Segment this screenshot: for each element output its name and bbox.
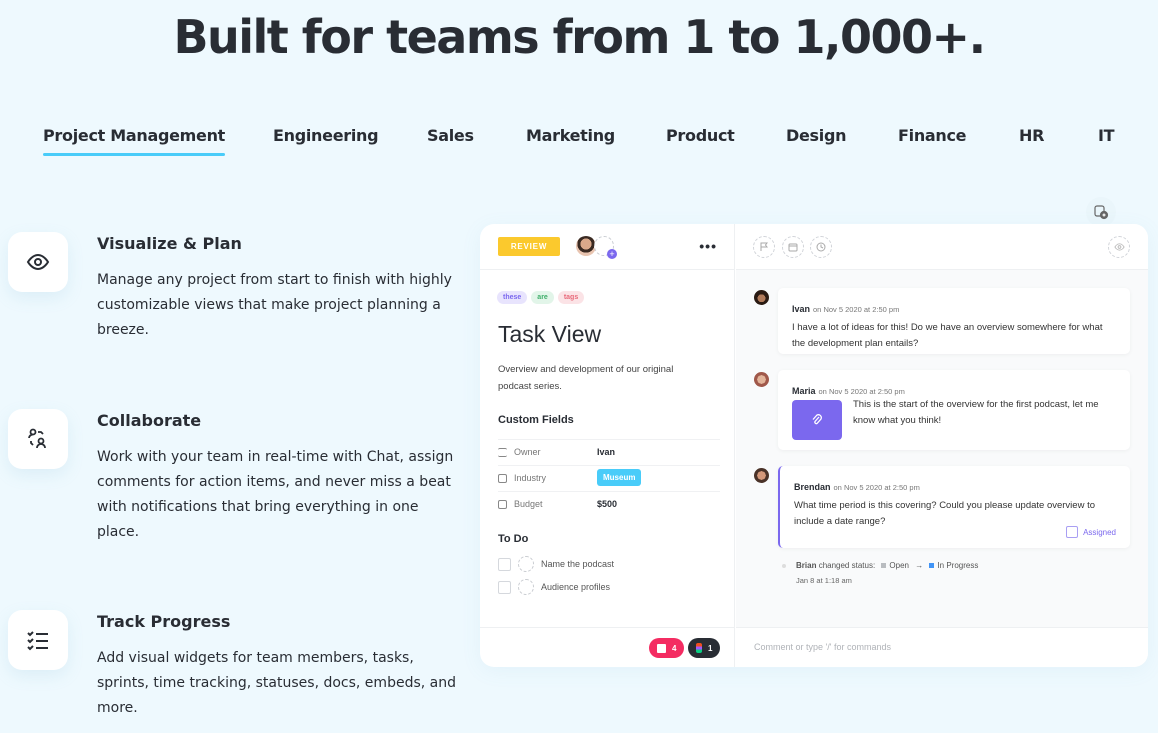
status-to: In Progress: [937, 561, 979, 570]
status-review-button[interactable]: REVIEW: [498, 237, 560, 256]
image-attachments-button[interactable]: 4: [649, 638, 685, 658]
ivan-avatar: [754, 290, 769, 305]
comment-time: on Nov 5 2020 at 2:50 pm: [833, 483, 920, 492]
plus-icon: +: [607, 249, 617, 259]
field-value: Ivan: [597, 447, 616, 457]
feature-description: Manage any project from start to finish …: [97, 272, 452, 338]
arrow-right-icon: →: [915, 561, 924, 570]
feature-title: Visualize & Plan: [97, 234, 242, 253]
tab-finance[interactable]: Finance: [898, 126, 967, 145]
comment-placeholder: Comment or type '/' for commands: [754, 642, 891, 652]
custom-fields-heading: Custom Fields: [498, 414, 574, 426]
tag[interactable]: these: [497, 291, 528, 304]
field-label: Owner: [514, 447, 541, 457]
feature-title: Collaborate: [97, 411, 202, 430]
comment-input[interactable]: Comment or type '/' for commands: [736, 627, 1148, 667]
todo-checkbox[interactable]: [498, 558, 511, 571]
assignee-avatar[interactable]: [576, 236, 596, 256]
watch-eye-icon[interactable]: [1108, 236, 1130, 258]
comment: Ivan on Nov 5 2020 at 2:50 pm I have a lo…: [778, 288, 1130, 354]
eye-icon: [8, 232, 68, 292]
tag[interactable]: tags: [557, 291, 585, 304]
add-view-button[interactable]: [1086, 197, 1116, 227]
field-label: Industry: [514, 473, 547, 483]
activity-header: [736, 224, 1148, 270]
tab-project-management[interactable]: Project Management: [43, 126, 225, 156]
dropdown-field-icon: [498, 474, 507, 483]
assigned-label: Assigned: [1083, 527, 1116, 537]
field-value: $500: [597, 499, 618, 509]
attachment-thumbnail[interactable]: [792, 400, 842, 440]
attachment-count: 4: [672, 643, 677, 653]
activity-pane: Ivan on Nov 5 2020 at 2:50 pm I have a lo…: [736, 224, 1148, 667]
custom-field-budget[interactable]: Budget $500: [498, 491, 720, 517]
feature-description: Add visual widgets for team members, tas…: [97, 650, 456, 716]
tag[interactable]: are: [531, 291, 554, 304]
status-user: Brian: [796, 561, 817, 570]
task-header: REVIEW + •••: [480, 224, 735, 270]
checklist-icon: [8, 610, 68, 670]
tag-list: these are tags: [497, 291, 585, 304]
more-options-icon[interactable]: •••: [699, 238, 717, 254]
attachments-bar: 4 1: [480, 627, 735, 667]
tab-product[interactable]: Product: [666, 126, 735, 145]
open-status-icon: [881, 563, 887, 568]
tab-engineering[interactable]: Engineering: [273, 126, 379, 145]
calendar-icon[interactable]: [782, 236, 804, 258]
attachment-count: 1: [708, 643, 713, 653]
assign-user-icon[interactable]: [518, 579, 534, 595]
task-details-pane: REVIEW + ••• these are tags Task View Ov…: [480, 224, 735, 667]
comment-time: on Nov 5 2020 at 2:50 pm: [813, 305, 900, 314]
team-tabs: Project Management Engineering Sales Mar…: [0, 126, 1158, 162]
status-action: changed status:: [818, 561, 876, 570]
comment-text: This is the start of the overview for th…: [853, 399, 1099, 426]
assign-user-icon[interactable]: [518, 556, 534, 572]
custom-field-owner[interactable]: Owner Ivan: [498, 439, 720, 465]
todo-heading: To Do: [498, 533, 529, 545]
feature-title: Track Progress: [97, 612, 231, 631]
todo-text: Audience profiles: [541, 582, 611, 592]
industry-badge[interactable]: Museum: [597, 469, 642, 486]
feature-description: Work with your team in real-time with Ch…: [97, 449, 454, 540]
task-card: REVIEW + ••• these are tags Task View Ov…: [480, 224, 1148, 667]
brendan-avatar: [754, 468, 769, 483]
figma-icon: [696, 643, 702, 653]
task-title: Task View: [498, 321, 602, 347]
comment-time: on Nov 5 2020 at 2:50 pm: [818, 387, 905, 396]
comment-text: I have a lot of ideas for this! Do we ha…: [792, 322, 1103, 349]
page-headline: Built for teams from 1 to 1,000+.: [173, 10, 986, 64]
tab-design[interactable]: Design: [786, 126, 846, 145]
dropdown-field-icon: [498, 500, 507, 509]
add-assignee-button[interactable]: +: [594, 236, 617, 259]
users-collaborate-icon: [8, 409, 68, 469]
timeline-dot: [782, 564, 786, 568]
image-icon: [657, 643, 666, 653]
figma-attachments-button[interactable]: 1: [688, 638, 721, 658]
field-label: Budget: [514, 499, 543, 509]
comment-author: Brendan: [794, 482, 831, 492]
task-description: Overview and development of our original…: [498, 364, 674, 392]
in-progress-status-icon: [929, 563, 935, 568]
todo-checkbox[interactable]: [498, 581, 511, 594]
flag-icon[interactable]: [753, 236, 775, 258]
tab-sales[interactable]: Sales: [427, 126, 474, 145]
custom-field-industry[interactable]: Industry Museum: [498, 465, 720, 491]
comment-author: Maria: [792, 386, 816, 396]
tab-hr[interactable]: HR: [1019, 126, 1044, 145]
assigned-checkbox[interactable]: [1066, 526, 1079, 538]
tab-it[interactable]: IT: [1098, 126, 1115, 145]
status-change: Brian changed status: Open → In Progress: [782, 561, 979, 570]
clock-icon[interactable]: [810, 236, 832, 258]
maria-avatar: [754, 372, 769, 387]
tab-marketing[interactable]: Marketing: [526, 126, 615, 145]
todo-text: Name the podcast: [541, 559, 615, 569]
assigned-toggle[interactable]: Assigned: [1066, 526, 1116, 538]
assigned-comment: Brendan on Nov 5 2020 at 2:50 pm What tim…: [778, 466, 1130, 548]
status-from: Open: [889, 561, 909, 570]
text-field-icon: [498, 448, 507, 457]
status-time: Jan 8 at 1:18 am: [796, 576, 852, 585]
comment-author: Ivan: [792, 304, 811, 314]
comment: Maria on Nov 5 2020 at 2:50 pm This is th…: [778, 370, 1130, 450]
